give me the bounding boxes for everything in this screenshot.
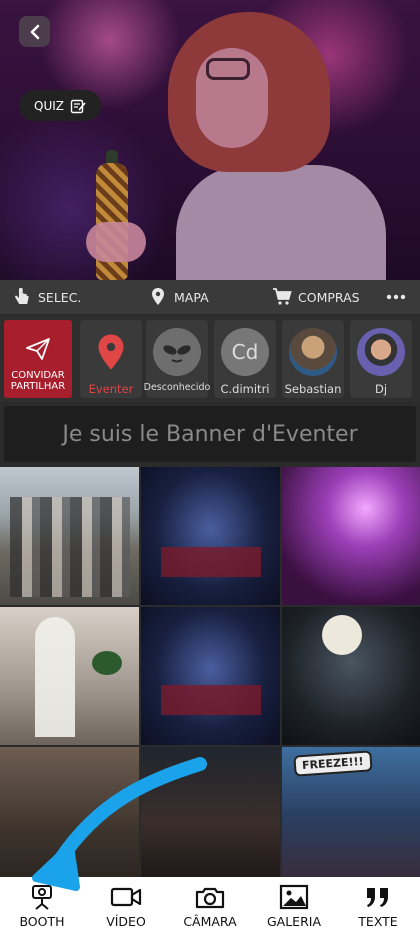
camera-icon	[195, 887, 225, 909]
gallery-photo[interactable]	[141, 747, 280, 885]
map-label: MAPA	[174, 289, 209, 305]
gallery-photo[interactable]	[282, 467, 420, 605]
nav-booth[interactable]: BOOTH	[0, 877, 84, 936]
banner-text: Je suis le Banner d'Eventer	[62, 421, 358, 447]
photo-gallery-grid: FREEZE!!!	[0, 467, 420, 885]
shop-button[interactable]: COMPRAS	[272, 287, 360, 307]
nav-gallery-label: GALERIA	[266, 914, 322, 929]
invite-share-button[interactable]: CONVIDAR PARTILHAR	[4, 320, 72, 398]
quiz-label: QUIZ	[34, 98, 64, 113]
group-people	[10, 497, 130, 597]
paper-plane-icon	[26, 338, 50, 360]
nav-video[interactable]: VÍDEO	[84, 877, 168, 936]
video-camera-icon	[110, 887, 142, 907]
nav-text-label: TEXTE	[358, 914, 398, 929]
wedding-dress	[35, 617, 75, 737]
map-button[interactable]: MAPA	[148, 287, 209, 307]
nav-text[interactable]: TEXTE	[336, 877, 420, 936]
avatar	[357, 328, 405, 376]
story-label-eventer: Eventer	[88, 382, 134, 396]
story-desconhecido[interactable]: Desconhecido	[143, 320, 211, 398]
invite-label-1: CONVIDAR	[11, 370, 65, 381]
action-bar: SELEC. MAPA COMPRAS	[0, 280, 420, 314]
story-label-cdimitri: C.dimitri	[220, 382, 270, 396]
stories-row: CONVIDAR PARTILHAR Eventer Desconhecido …	[0, 316, 420, 402]
bottom-navigation: BOOTH VÍDEO CÂMARA GALERIA TEXTE	[0, 877, 420, 936]
select-label: SELEC.	[38, 289, 82, 305]
venue-seats	[161, 547, 261, 577]
edit-note-icon	[70, 99, 86, 113]
hero-person-shirt	[176, 165, 386, 280]
eventer-pin-icon	[87, 328, 135, 376]
disco-light	[322, 615, 362, 655]
story-eventer[interactable]: Eventer	[80, 320, 142, 398]
story-dj[interactable]: Dj	[350, 320, 412, 398]
more-horizontal-icon	[386, 294, 406, 300]
chevron-left-icon	[30, 24, 39, 39]
avatar	[289, 328, 337, 376]
story-label-desconhecido: Desconhecido	[143, 382, 211, 393]
story-label-dj: Dj	[374, 382, 388, 396]
venue-seats	[161, 685, 261, 715]
gallery-photo[interactable]	[0, 607, 139, 745]
shopping-cart-icon	[273, 288, 292, 305]
map-pin-icon	[152, 288, 164, 305]
more-button[interactable]	[386, 287, 406, 307]
avatar-initials: Cd	[231, 340, 259, 364]
gallery-photo[interactable]	[0, 747, 139, 885]
gallery-photo[interactable]	[0, 467, 139, 605]
quiz-button[interactable]: QUIZ	[19, 90, 101, 121]
story-cdimitri[interactable]: Cd C.dimitri	[214, 320, 276, 398]
hand-pointer-icon	[15, 288, 29, 304]
nav-booth-label: BOOTH	[19, 914, 65, 929]
initials-avatar: Cd	[221, 328, 269, 376]
story-label-sebastian: Sebastian	[284, 382, 342, 396]
nav-gallery[interactable]: GALERIA	[252, 877, 336, 936]
nav-camera[interactable]: CÂMARA	[168, 877, 252, 936]
quote-icon	[367, 888, 388, 907]
image-gallery-icon	[279, 884, 309, 910]
back-button[interactable]	[19, 16, 50, 47]
hero-person-glasses	[206, 58, 250, 80]
gallery-photo[interactable]: FREEZE!!!	[282, 747, 420, 885]
alien-avatar-icon	[153, 328, 201, 376]
nav-video-label: VÍDEO	[106, 914, 146, 929]
hero-hand	[86, 222, 146, 262]
shop-label: COMPRAS	[298, 289, 360, 305]
bouquet	[92, 651, 122, 675]
select-button[interactable]: SELEC.	[12, 287, 81, 307]
gallery-photo[interactable]	[141, 467, 280, 605]
event-banner[interactable]: Je suis le Banner d'Eventer	[4, 406, 416, 462]
photo-booth-icon	[32, 885, 52, 910]
freeze-sticker: FREEZE!!!	[293, 750, 373, 777]
hero-photo: QUIZ	[0, 0, 420, 280]
story-sebastian[interactable]: Sebastian	[282, 320, 344, 398]
invite-label-2: PARTILHAR	[10, 381, 66, 392]
nav-camera-label: CÂMARA	[183, 914, 237, 929]
gallery-photo[interactable]	[141, 607, 280, 745]
gallery-photo[interactable]	[282, 607, 420, 745]
